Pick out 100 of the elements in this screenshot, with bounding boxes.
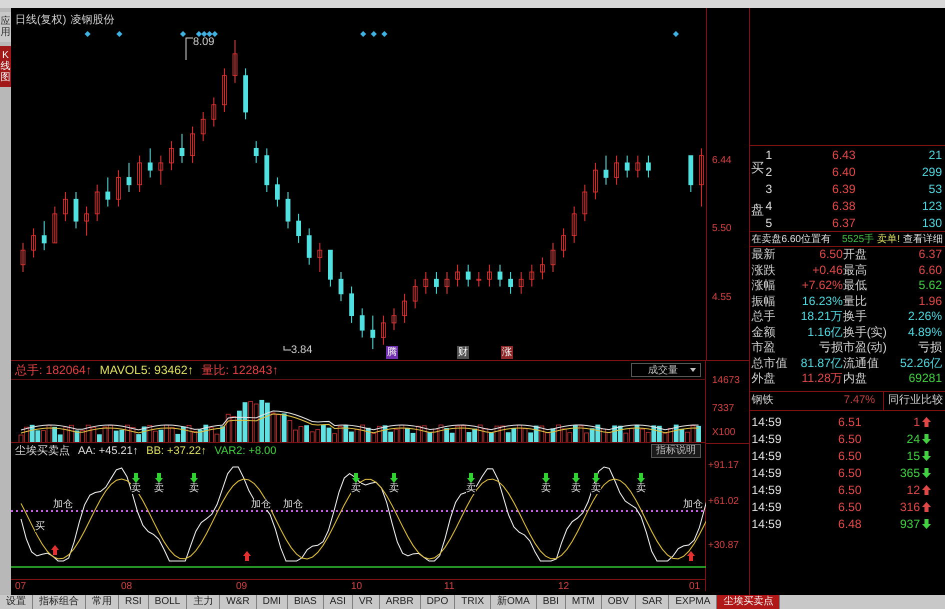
indicator-tab[interactable]: TRIX bbox=[455, 595, 492, 609]
high-price-label: 8.09 bbox=[193, 35, 214, 50]
stock-name: 凌钢股份 bbox=[70, 13, 114, 28]
tick-price: 6.50 bbox=[837, 465, 862, 482]
order-volume: 130 bbox=[920, 214, 942, 232]
quote-label: 金额 bbox=[752, 324, 776, 340]
indicator-tab[interactable]: W&R bbox=[220, 595, 257, 609]
indicator-axis-label: +30.87 bbox=[708, 539, 739, 553]
sell-signal-label: 卖 bbox=[591, 483, 601, 494]
tick-time: 14:59 bbox=[752, 516, 783, 533]
indicator-help-button[interactable]: 指标说明 bbox=[651, 444, 701, 458]
indicator-tab[interactable]: SAR bbox=[636, 595, 670, 609]
quote-value: 69281 bbox=[908, 371, 942, 386]
tick-time: 14:59 bbox=[752, 482, 783, 499]
indicator-stat: AA: +45.21↑ bbox=[78, 444, 138, 459]
indicator-stat: VAR2: +8.00 bbox=[214, 444, 276, 459]
indicator-axis-label: +91.17 bbox=[708, 459, 739, 473]
price-axis-label: 5.50 bbox=[712, 222, 732, 236]
indicator-tab[interactable]: BIAS bbox=[288, 595, 324, 609]
notice-volume: 5525手 bbox=[842, 232, 874, 246]
add-position-label: 加仓 bbox=[251, 499, 271, 510]
order-price: 6.38 bbox=[831, 198, 856, 214]
order-price: 6.43 bbox=[831, 146, 856, 164]
indicator-tab[interactable]: 新OMA bbox=[491, 595, 537, 609]
indicator-dropdown[interactable]: 成交量 bbox=[631, 363, 701, 377]
volume-axis-label: X100 bbox=[712, 426, 736, 440]
tick-time: 14:59 bbox=[752, 499, 783, 516]
quote-label: 开盘 bbox=[842, 247, 868, 262]
chart-period-label: 日线(复权) bbox=[15, 13, 66, 28]
quote-label: 流通值 bbox=[842, 356, 880, 371]
event-tag[interactable]: 涨 bbox=[501, 346, 513, 359]
quote-value: 6.60 bbox=[918, 262, 942, 278]
volume-axis-label: 14673 bbox=[712, 374, 740, 388]
order-level: 2 bbox=[766, 164, 774, 180]
indicator-tab[interactable]: MTM bbox=[566, 595, 602, 609]
quote-value: 52.26亿 bbox=[898, 356, 942, 371]
indicator-tab[interactable]: BBI bbox=[536, 595, 566, 609]
indicator-tab[interactable]: ARBR bbox=[380, 595, 421, 609]
quote-label: 总手 bbox=[752, 309, 776, 324]
tick-price: 6.50 bbox=[837, 431, 862, 448]
event-tag[interactable]: 财 bbox=[457, 346, 469, 359]
quote-label: 振幅 bbox=[752, 294, 776, 309]
indicator-tab[interactable]: DPO bbox=[420, 595, 456, 609]
detail-link[interactable]: 查看详细 bbox=[903, 232, 943, 246]
tick-price: 6.50 bbox=[837, 499, 862, 516]
indicator-tab[interactable]: 指标组合 bbox=[33, 595, 86, 609]
quote-label: 内盘 bbox=[842, 371, 868, 386]
notice-text: 卖单! bbox=[877, 232, 900, 246]
side-tab[interactable]: K线图 bbox=[0, 46, 11, 87]
sell-signal-label: 卖 bbox=[541, 483, 551, 494]
indicator-tab[interactable]: 设置 bbox=[0, 595, 33, 609]
sell-signal-label: 卖 bbox=[636, 483, 646, 494]
tick-volume: 316 bbox=[898, 499, 920, 516]
side-tab[interactable]: 应用 bbox=[0, 12, 11, 42]
tick-volume: 365 bbox=[898, 465, 920, 482]
indicator-tab[interactable]: OBV bbox=[602, 595, 636, 609]
event-tag[interactable]: 腾 bbox=[386, 346, 398, 359]
low-price-label: 3.84 bbox=[291, 343, 312, 358]
quote-value: 4.89% bbox=[906, 324, 942, 340]
order-level: 5 bbox=[766, 214, 774, 232]
tick-time: 14:59 bbox=[752, 431, 783, 448]
quote-value: +7.62% bbox=[800, 278, 843, 294]
quote-label: 总市值 bbox=[752, 356, 788, 371]
indicator-tab[interactable]: VR bbox=[352, 595, 380, 609]
sell-signal-label: 卖 bbox=[189, 483, 199, 494]
order-level: 4 bbox=[766, 198, 774, 214]
indicator-tab[interactable]: BOLL bbox=[148, 595, 188, 609]
buy-signal-label: 买 bbox=[35, 521, 45, 532]
order-side-label: 盘 bbox=[751, 201, 764, 219]
tick-volume: 15 bbox=[906, 448, 920, 465]
sell-signal-label: 卖 bbox=[466, 483, 476, 494]
sell-signal-label: 卖 bbox=[154, 483, 164, 494]
quote-value: 18.21万 bbox=[800, 309, 843, 324]
notice-text: 在卖盘6.60位置有 bbox=[752, 232, 831, 246]
month-label: 09 bbox=[236, 580, 248, 594]
industry-compare-button[interactable]: 同行业比较 bbox=[883, 392, 943, 410]
tick-price: 6.51 bbox=[837, 414, 862, 431]
indicator-tab[interactable]: 常用 bbox=[86, 595, 119, 609]
order-volume: 299 bbox=[920, 164, 942, 180]
order-volume: 21 bbox=[928, 146, 942, 164]
quote-label: 量比 bbox=[842, 294, 868, 309]
indicator-tab[interactable]: DMI bbox=[256, 595, 288, 609]
tick-volume: 24 bbox=[906, 431, 920, 448]
quote-label: 最新 bbox=[752, 247, 776, 262]
indicator-axis-label: +61.02 bbox=[708, 495, 739, 509]
indicator-tab[interactable]: 尘埃买卖点 bbox=[717, 595, 780, 609]
indicator-tab[interactable]: 主力 bbox=[187, 595, 220, 609]
order-level: 3 bbox=[766, 180, 774, 198]
price-axis-label: 4.55 bbox=[712, 291, 732, 306]
add-position-label: 加仓 bbox=[683, 499, 703, 510]
indicator-tab[interactable]: RSI bbox=[119, 595, 149, 609]
quote-value: 6.37 bbox=[918, 247, 942, 262]
tick-time: 14:59 bbox=[752, 465, 783, 482]
order-price: 6.40 bbox=[831, 164, 856, 180]
indicator-tab[interactable]: ASI bbox=[324, 595, 353, 609]
order-volume: 123 bbox=[920, 198, 942, 214]
sell-signal-label: 卖 bbox=[351, 483, 361, 494]
quote-label: 涨跌 bbox=[752, 262, 776, 278]
order-price: 6.37 bbox=[831, 214, 856, 232]
quote-value: 5.62 bbox=[918, 278, 942, 294]
